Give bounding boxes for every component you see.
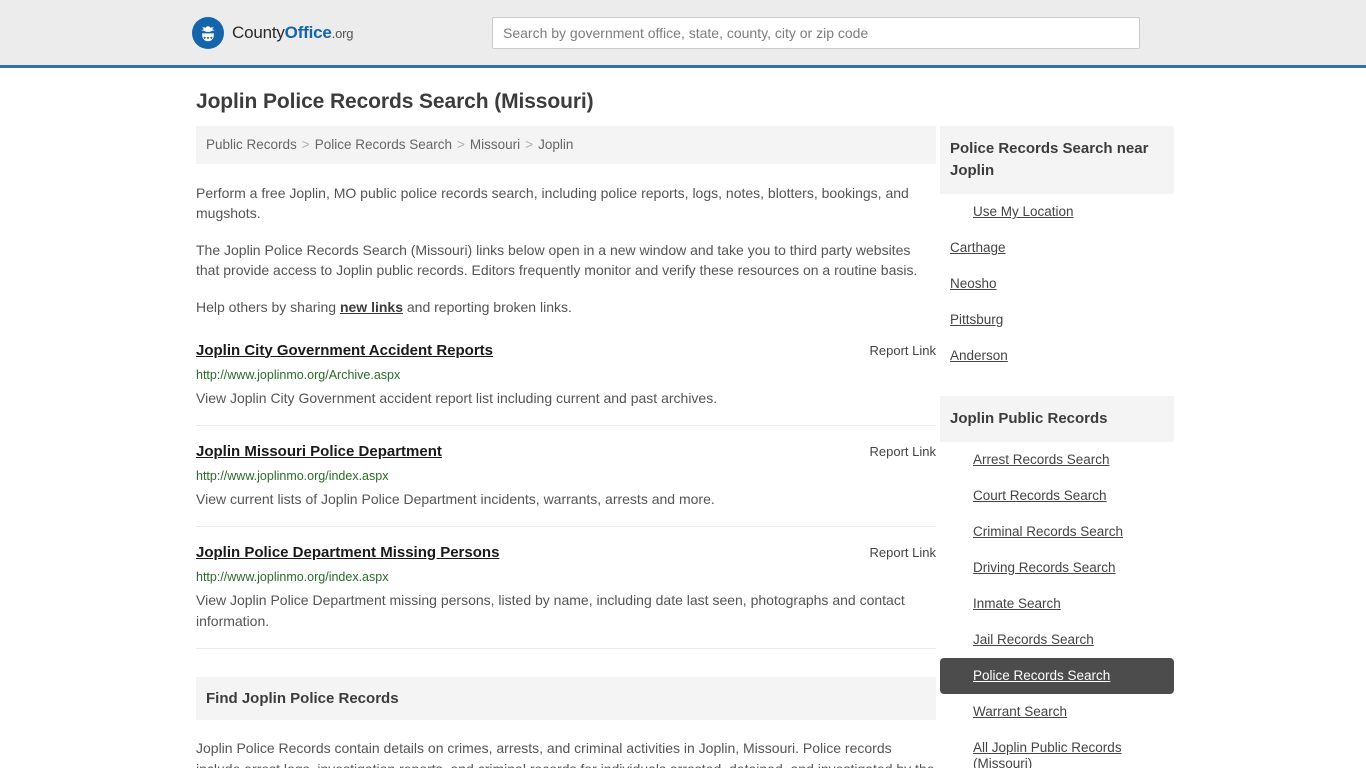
sidebar-link-label[interactable]: Police Records Search [940, 658, 1174, 694]
logo-text-county: County [232, 22, 285, 42]
sidebar-item-carthage[interactable]: Carthage [940, 230, 1174, 266]
main-content: Public Records > Police Records Search > Mis… [196, 126, 936, 768]
result-item: Joplin Police Department Missing Persons… [196, 543, 936, 649]
results-list: Joplin City Government Accident Reports … [196, 341, 936, 649]
intro-p3-before: Help others by sharing [196, 298, 340, 315]
intro-text: Perform a free Joplin, MO public police … [196, 183, 936, 317]
sidebar-card-nearby: Police Records Search near Joplin Use My… [940, 126, 1174, 374]
new-links-link[interactable]: new links [340, 299, 403, 315]
search-input[interactable] [492, 16, 1140, 49]
sidebar-link-label[interactable]: Use My Location [940, 194, 1174, 230]
sidebar-link-label[interactable]: Neosho [940, 266, 1174, 302]
sidebar-link-label[interactable]: Driving Records Search [940, 550, 1174, 586]
result-url[interactable]: http://www.joplinmo.org/index.aspx [196, 569, 936, 585]
sidebar-heading-nearby: Police Records Search near Joplin [940, 126, 1174, 194]
breadcrumb-item-police-records-search[interactable]: Police Records Search [315, 137, 452, 152]
intro-paragraph-2: The Joplin Police Records Search (Missou… [196, 241, 918, 278]
section-heading: Find Joplin Police Records [196, 676, 936, 720]
section-body: Joplin Police Records contain details on… [196, 738, 936, 768]
result-description: View Joplin Police Department missing pe… [196, 591, 905, 629]
result-description: View current lists of Joplin Police Depa… [196, 490, 715, 507]
breadcrumb-item-joplin: Joplin [538, 137, 574, 152]
site-logo-text: CountyOffice.org [232, 23, 353, 43]
result-url[interactable]: http://www.joplinmo.org/index.aspx [196, 468, 936, 484]
section-paragraph: Joplin Police Records contain details on… [196, 739, 935, 768]
logo-text-office: Office [284, 22, 332, 42]
sidebar-item-court-records-search[interactable]: Court Records Search [940, 478, 1174, 514]
sidebar-item-warrant-search[interactable]: Warrant Search [940, 694, 1174, 730]
report-link-button[interactable]: Report Link [870, 341, 936, 361]
sidebar-link-label[interactable]: All Joplin Public Records (Missouri) [940, 730, 1174, 768]
sidebar-link-label[interactable]: Court Records Search [940, 478, 1174, 514]
find-records-section: Find Joplin Police Records Joplin Police… [196, 676, 936, 768]
sidebar-item-police-records-search[interactable]: Police Records Search [940, 658, 1174, 694]
sidebar: Police Records Search near Joplin Use My… [940, 126, 1174, 768]
breadcrumb-item-public-records[interactable]: Public Records [206, 137, 297, 152]
sidebar-link-label[interactable]: Arrest Records Search [940, 442, 1174, 478]
breadcrumb-separator: > [525, 137, 534, 152]
sidebar-item-all-joplin-public-records[interactable]: All Joplin Public Records (Missouri) [940, 730, 1174, 768]
sidebar-link-label[interactable]: Inmate Search [940, 586, 1174, 622]
result-title-link[interactable]: Joplin Police Department Missing Persons [196, 543, 499, 563]
sidebar-item-neosho[interactable]: Neosho [940, 266, 1174, 302]
page-container: Joplin Police Records Search (Missouri) … [0, 90, 1366, 768]
sidebar-link-label[interactable]: Anderson [940, 338, 1174, 374]
sidebar-item-jail-records-search[interactable]: Jail Records Search [940, 622, 1174, 658]
sidebar-item-criminal-records-search[interactable]: Criminal Records Search [940, 514, 1174, 550]
result-url[interactable]: http://www.joplinmo.org/Archive.aspx [196, 367, 936, 383]
sidebar-nearby-list: Use My Location Carthage Neosho Pittsbur… [940, 194, 1174, 374]
page-title: Joplin Police Records Search (Missouri) [196, 90, 594, 113]
breadcrumb-separator: > [457, 137, 465, 152]
breadcrumb-separator: > [301, 137, 310, 152]
sidebar-card-public-records: Joplin Public Records Arrest Records Sea… [940, 396, 1174, 768]
site-header: CountyOffice.org [0, 0, 1366, 68]
breadcrumb-item-missouri[interactable]: Missouri [470, 137, 520, 152]
result-description: View Joplin City Government accident rep… [196, 389, 718, 406]
result-title-link[interactable]: Joplin City Government Accident Reports [196, 341, 493, 361]
sidebar-link-label[interactable]: Pittsburg [940, 302, 1174, 338]
report-link-button[interactable]: Report Link [870, 442, 936, 462]
sidebar-item-pittsburg[interactable]: Pittsburg [940, 302, 1174, 338]
site-logo[interactable]: CountyOffice.org [192, 16, 353, 49]
sidebar-heading-public-records: Joplin Public Records [940, 396, 1174, 442]
sidebar-item-driving-records-search[interactable]: Driving Records Search [940, 550, 1174, 586]
sidebar-item-inmate-search[interactable]: Inmate Search [940, 586, 1174, 622]
logo-text-org: .org [331, 25, 354, 41]
intro-paragraph-3: Help others by sharing new links and rep… [196, 297, 936, 317]
sidebar-link-label[interactable]: Carthage [940, 230, 1174, 266]
sidebar-item-use-my-location[interactable]: Use My Location [940, 194, 1174, 230]
sidebar-link-label[interactable]: Jail Records Search [940, 622, 1174, 658]
result-title-link[interactable]: Joplin Missouri Police Department [196, 442, 442, 462]
eagle-shield-icon [192, 16, 224, 49]
sidebar-item-arrest-records-search[interactable]: Arrest Records Search [940, 442, 1174, 478]
sidebar-link-label[interactable]: Criminal Records Search [940, 514, 1174, 550]
intro-paragraph-1: Perform a free Joplin, MO public police … [196, 184, 909, 221]
sidebar-public-records-list: Arrest Records Search Court Records Sear… [940, 442, 1174, 768]
intro-p3-after: and reporting broken links. [403, 298, 572, 315]
search-bar [492, 16, 1140, 49]
report-link-button[interactable]: Report Link [870, 543, 936, 563]
result-item: Joplin Missouri Police Department Report… [196, 442, 936, 527]
result-item: Joplin City Government Accident Reports … [196, 341, 936, 426]
sidebar-item-anderson[interactable]: Anderson [940, 338, 1174, 374]
sidebar-link-label[interactable]: Warrant Search [940, 694, 1174, 730]
breadcrumb: Public Records > Police Records Search > Mis… [196, 126, 936, 164]
